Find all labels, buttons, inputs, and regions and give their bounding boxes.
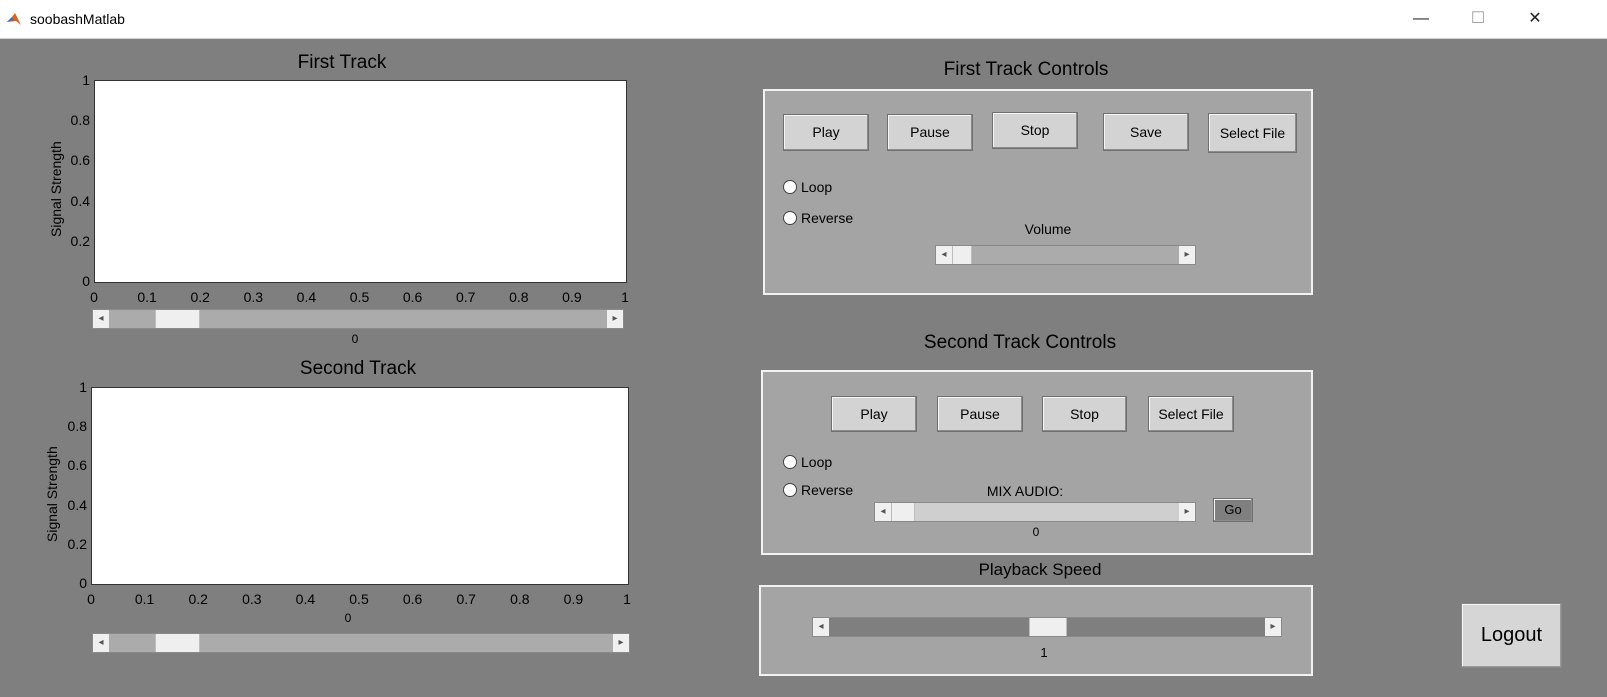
track2-y-tick: 0.6 — [67, 457, 87, 474]
track1-title: First Track — [297, 52, 387, 73]
track1-plot-area — [94, 80, 627, 283]
track1-x-tick: 0.7 — [455, 289, 476, 305]
scroll-left-icon[interactable]: ◂ — [93, 310, 109, 328]
loop-label: Loop — [801, 179, 833, 195]
track2-x-tick: 0.6 — [402, 591, 423, 607]
track1-y-tick: 0.6 — [70, 152, 90, 169]
track1-y-tick: 0.2 — [70, 232, 90, 249]
scroll-right-icon[interactable]: ▸ — [607, 310, 623, 328]
matlab-logo-icon — [7, 13, 21, 25]
track1-x-tick: 0.4 — [296, 289, 317, 305]
track1-pause-button[interactable]: Pause — [887, 114, 973, 151]
track1-reverse-radio[interactable]: Reverse — [783, 210, 853, 226]
scroll-left-icon[interactable]: ◂ — [93, 634, 109, 652]
track1-x-tick: 1 — [621, 289, 629, 305]
track1-y-tick: 0 — [82, 273, 90, 289]
track2-reverse-radio[interactable]: Reverse — [783, 482, 853, 498]
title-bar: soobashMatlab — ☐ ✕ — [0, 0, 1607, 39]
track1-select-file-button[interactable]: Select File — [1208, 113, 1297, 153]
track1-x-tick: 0.6 — [402, 289, 423, 305]
track2-x-tick: 0.2 — [188, 591, 208, 607]
scroll-right-icon[interactable]: ▸ — [613, 634, 629, 652]
close-button[interactable]: ✕ — [1512, 6, 1558, 32]
scroll-right-icon[interactable]: ▸ — [1179, 246, 1195, 264]
playback-speed-title: Playback Speed — [978, 560, 1102, 579]
scroll-left-icon[interactable]: ◂ — [813, 618, 829, 636]
track1-x-tick: 0.9 — [562, 289, 582, 305]
scroll-right-icon[interactable]: ▸ — [1179, 503, 1195, 521]
track2-x-tick: 0.8 — [510, 591, 530, 607]
track2-y-tick: 1 — [79, 379, 87, 395]
window-title: soobashMatlab — [30, 11, 125, 27]
track2-x-tick: 0.3 — [242, 591, 262, 607]
maximize-button[interactable]: ☐ — [1455, 6, 1501, 32]
logout-button[interactable]: Logout — [1461, 603, 1562, 668]
track2-y-tick: 0.8 — [67, 418, 87, 435]
reverse-label: Reverse — [801, 210, 854, 226]
track1-x-tick: 0.1 — [137, 289, 157, 305]
track2-x-tick: 0.1 — [134, 591, 155, 607]
scroll-left-icon[interactable]: ◂ — [875, 503, 891, 521]
track2-play-button[interactable]: Play — [831, 396, 917, 432]
scroll-right-icon[interactable]: ▸ — [1265, 618, 1281, 636]
track1-x-tick: 0.5 — [349, 289, 370, 305]
track1-position-value: 0 — [351, 332, 359, 346]
radio-icon[interactable] — [783, 211, 797, 225]
track1-stop-button[interactable]: Stop — [992, 112, 1078, 149]
loop-label: Loop — [801, 454, 833, 470]
track1-position-slider[interactable]: ◂ ▸ — [92, 309, 624, 329]
controls1-title: First Track Controls — [943, 59, 1109, 80]
track1-y-tick: 0.8 — [70, 112, 90, 129]
track1-play-button[interactable]: Play — [783, 114, 869, 151]
mix-go-button[interactable]: Go — [1213, 498, 1253, 522]
track2-position-value: 0 — [344, 611, 352, 625]
track1-x-tick: 0.8 — [509, 289, 529, 305]
slider-thumb[interactable] — [1029, 618, 1067, 636]
volume-slider[interactable]: ◂ ▸ — [935, 245, 1196, 265]
track2-select-file-button[interactable]: Select File — [1148, 396, 1234, 432]
track2-title: Second Track — [299, 358, 417, 379]
mix-audio-label: MIX AUDIO: — [986, 483, 1064, 499]
track2-plot-area — [91, 387, 629, 585]
track2-pause-button[interactable]: Pause — [937, 396, 1023, 432]
main-figure: First Track Signal Strength 1 0.8 0.6 0.4 0.… — [0, 39, 1607, 697]
track1-x-tick: 0.3 — [243, 289, 264, 305]
track2-stop-button[interactable]: Stop — [1042, 396, 1127, 432]
track1-x-tick: 0 — [90, 289, 98, 305]
playback-speed-slider[interactable]: ◂ ▸ — [812, 617, 1282, 637]
track2-y-tick: 0.2 — [67, 535, 87, 552]
track2-y-tick: 0 — [79, 575, 87, 591]
slider-thumb[interactable] — [891, 503, 915, 521]
reverse-label: Reverse — [801, 482, 854, 498]
slider-thumb[interactable] — [952, 246, 972, 264]
track1-loop-radio[interactable]: Loop — [783, 179, 832, 195]
slider-thumb[interactable] — [155, 310, 200, 328]
track1-y-tick: 0.4 — [70, 192, 90, 209]
track2-position-slider[interactable]: ◂ ▸ — [92, 633, 630, 653]
track1-x-tick: 0.2 — [190, 289, 210, 305]
track1-save-button[interactable]: Save — [1103, 113, 1189, 151]
track2-x-tick: 0.5 — [349, 591, 369, 607]
radio-icon[interactable] — [783, 180, 797, 194]
track2-x-tick: 0 — [87, 591, 95, 607]
playback-speed-value: 1 — [1040, 645, 1048, 660]
mix-audio-slider[interactable]: ◂ ▸ — [874, 502, 1196, 522]
controls2-title: Second Track Controls — [923, 332, 1117, 353]
track2-loop-radio[interactable]: Loop — [783, 454, 832, 470]
track2-x-tick: 0.9 — [563, 591, 584, 607]
track2-x-tick: 0.7 — [456, 591, 476, 607]
scroll-left-icon[interactable]: ◂ — [936, 246, 952, 264]
mix-audio-value: 0 — [1032, 525, 1040, 539]
track2-x-tick: 1 — [623, 591, 631, 607]
minimize-button[interactable]: — — [1398, 6, 1444, 32]
volume-label: Volume — [1024, 221, 1072, 237]
slider-thumb[interactable] — [155, 634, 200, 652]
track2-x-tick: 0.4 — [295, 591, 316, 607]
track2-y-tick: 0.4 — [67, 496, 87, 513]
radio-icon[interactable] — [783, 483, 797, 497]
track1-y-tick: 1 — [82, 72, 90, 88]
radio-icon[interactable] — [783, 455, 797, 469]
